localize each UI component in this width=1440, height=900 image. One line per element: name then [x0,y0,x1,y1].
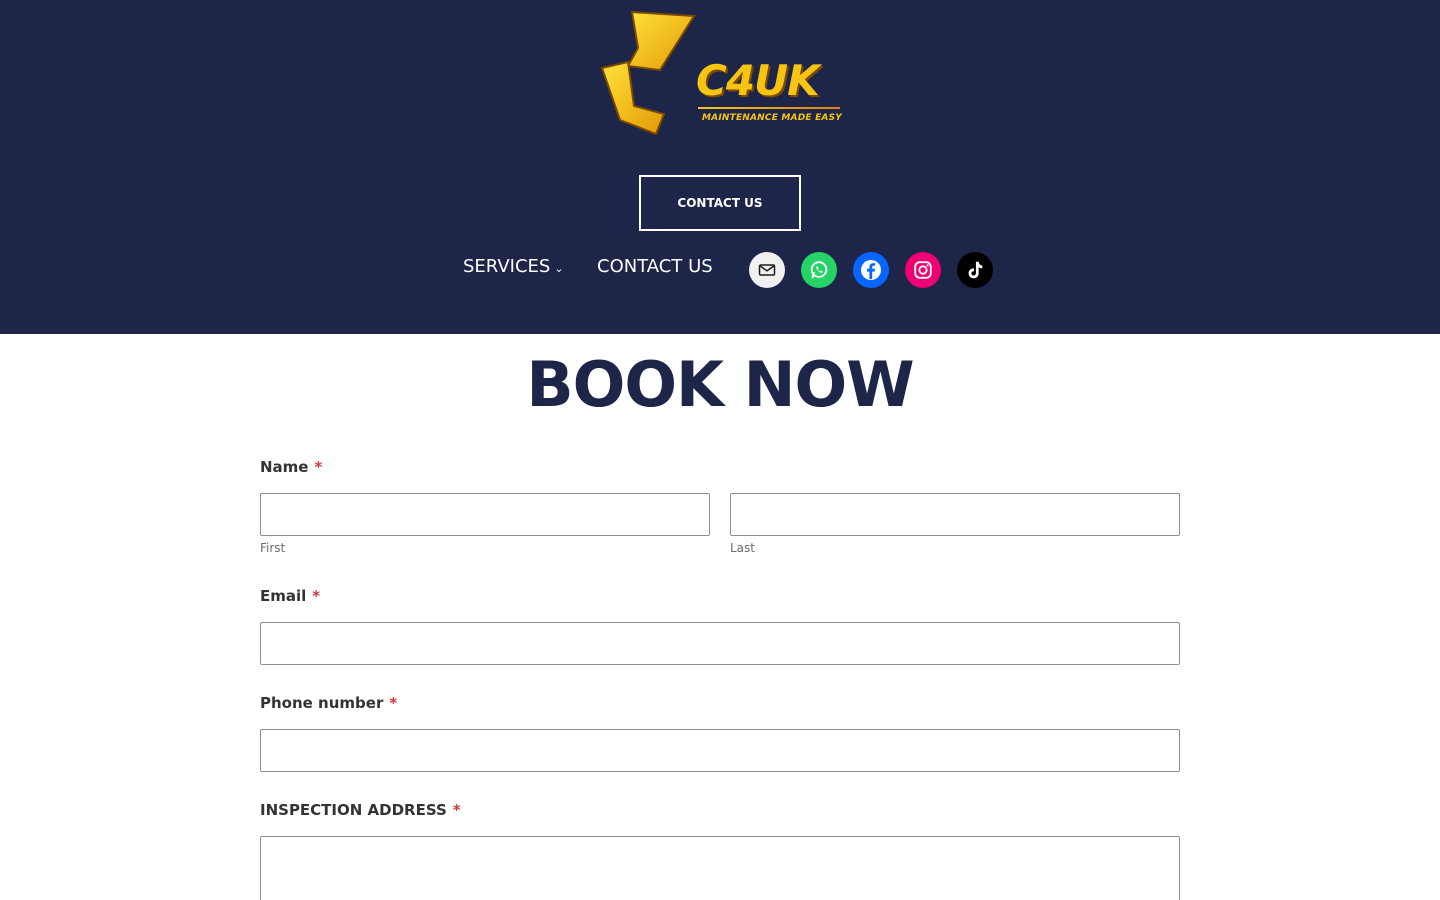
email-field[interactable] [260,622,1180,665]
arrow-logo-icon [600,10,696,136]
address-label: INSPECTION ADDRESS * [260,801,461,819]
last-name-sublabel: Last [730,541,755,555]
required-mark: * [314,458,323,476]
site-logo[interactable]: C4UK MAINTENANCE MADE EASY [598,10,844,136]
email-label: Email * [260,587,320,605]
instagram-icon [914,261,932,279]
name-label: Name * [260,458,322,476]
social-tiktok-link[interactable] [957,252,993,288]
phone-number-field[interactable] [260,729,1180,772]
nav-item-services[interactable]: SERVICES ⌄ [463,256,564,277]
facebook-icon [861,260,881,280]
whatsapp-icon [810,261,828,279]
required-mark: * [312,587,321,605]
logo-wordmark: C4UK [696,56,820,105]
phone-label: Phone number * [260,694,397,712]
contact-us-button[interactable]: CONTACT US [639,175,801,231]
social-whatsapp-link[interactable] [801,252,837,288]
nav-item-label: SERVICES [463,256,551,277]
first-name-input[interactable] [260,493,710,536]
last-name-input[interactable] [730,493,1180,536]
name-label-text: Name [260,458,309,476]
inspection-address-textarea[interactable] [260,836,1180,900]
tiktok-icon [968,261,983,279]
nav-item-contact-us[interactable]: CONTACT US [597,256,713,277]
required-mark: * [389,694,398,712]
first-name-sublabel: First [260,541,286,555]
main-navigation: SERVICES ⌄ CONTACT US [0,252,1440,288]
address-label-text: INSPECTION ADDRESS [260,801,447,819]
social-instagram-link[interactable] [905,252,941,288]
logo-underline [698,107,840,109]
page-title: BOOK NOW [526,348,914,421]
mail-icon [758,264,776,276]
phone-label-text: Phone number [260,694,384,712]
site-header: C4UK MAINTENANCE MADE EASY CONTACT US SE… [0,0,1440,334]
logo-tagline: MAINTENANCE MADE EASY [702,113,842,123]
social-facebook-link[interactable] [853,252,889,288]
nav-item-label: CONTACT US [597,256,713,277]
chevron-down-icon: ⌄ [554,262,564,275]
email-label-text: Email [260,587,307,605]
social-mail-link[interactable] [749,252,785,288]
required-mark: * [452,801,461,819]
